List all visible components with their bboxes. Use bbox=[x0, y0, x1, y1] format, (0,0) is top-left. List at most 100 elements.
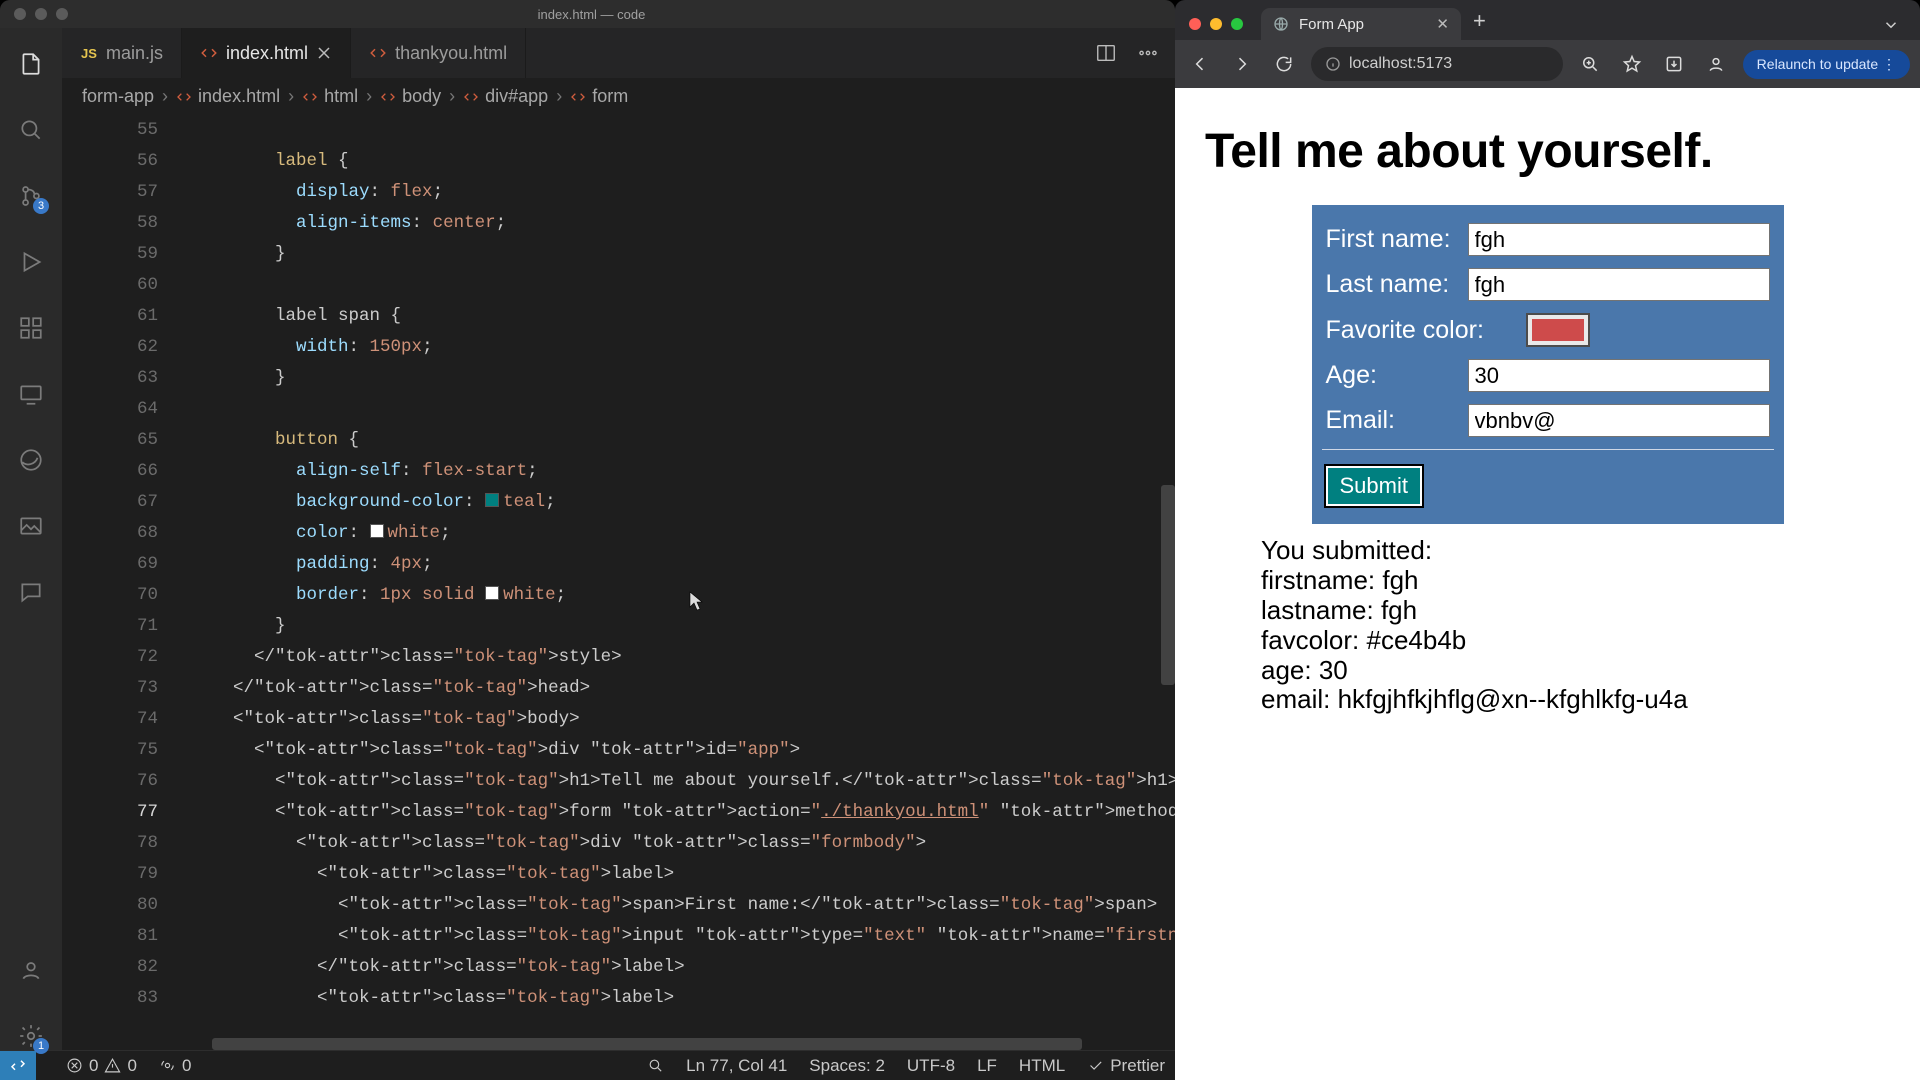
relaunch-button[interactable]: Relaunch to update ⋮ bbox=[1743, 50, 1910, 79]
divider bbox=[1322, 449, 1774, 450]
page-title: Tell me about yourself. bbox=[1205, 124, 1890, 179]
scm-badge: 3 bbox=[33, 198, 49, 214]
tab-main-js[interactable]: JS main.js bbox=[62, 28, 182, 78]
form: First name: Last name: Favorite color: A… bbox=[1312, 205, 1784, 524]
tab-index-html[interactable]: index.html bbox=[182, 28, 351, 78]
submit-button[interactable]: Submit bbox=[1326, 466, 1422, 506]
result-line: lastname: fgh bbox=[1261, 596, 1890, 626]
source-control-icon[interactable]: 3 bbox=[17, 182, 45, 210]
activity-bar: 3 bbox=[0, 28, 62, 1050]
favicon-icon bbox=[1273, 16, 1289, 32]
breadcrumb-item: body bbox=[380, 86, 441, 107]
explorer-icon[interactable] bbox=[17, 50, 45, 78]
vscode-titlebar: index.html — code bbox=[0, 0, 1175, 28]
traffic-lights bbox=[1189, 18, 1243, 30]
breadcrumb[interactable]: form-app › index.html › html › body bbox=[62, 78, 1175, 115]
run-debug-icon[interactable] bbox=[17, 248, 45, 276]
label-age: Age: bbox=[1326, 361, 1458, 390]
html-file-icon bbox=[380, 89, 396, 105]
tab-overflow-icon[interactable] bbox=[1870, 16, 1912, 40]
status-ports[interactable]: 0 bbox=[159, 1056, 191, 1076]
close-icon[interactable]: ✕ bbox=[1436, 15, 1449, 33]
window-title: index.html — code bbox=[68, 7, 1115, 22]
url-text: localhost:5173 bbox=[1349, 55, 1452, 73]
minimize-dot-icon[interactable] bbox=[1210, 18, 1222, 30]
label-lastname: Last name: bbox=[1326, 270, 1458, 299]
result-line: favcolor: #ce4b4b bbox=[1261, 626, 1890, 656]
result-line: firstname: fgh bbox=[1261, 566, 1890, 596]
breadcrumb-item: div#app bbox=[463, 86, 548, 107]
result-block: You submitted: firstname: fgh lastname: … bbox=[1261, 536, 1890, 715]
vscode-window: index.html — code 3 bbox=[0, 0, 1175, 1080]
profile-icon[interactable] bbox=[1701, 49, 1731, 79]
page-content: Tell me about yourself. First name: Last… bbox=[1175, 88, 1920, 1080]
zoom-icon[interactable] bbox=[1575, 49, 1605, 79]
result-line: email: hkfgjhfkjhflg@xn--kfghlkfg-u4a bbox=[1261, 685, 1890, 715]
breadcrumb-item: index.html bbox=[176, 86, 280, 107]
status-search[interactable] bbox=[647, 1057, 664, 1074]
edge-tools-icon[interactable] bbox=[17, 446, 45, 474]
bookmark-icon[interactable] bbox=[1617, 49, 1647, 79]
browser-tab[interactable]: Form App ✕ bbox=[1261, 8, 1461, 40]
status-language[interactable]: HTML bbox=[1019, 1056, 1065, 1076]
chrome-toolbar: localhost:5173 Relaunch to update ⋮ bbox=[1175, 40, 1920, 88]
breadcrumb-item: form-app bbox=[82, 86, 154, 107]
email-input[interactable] bbox=[1468, 404, 1770, 437]
tab-thankyou-html[interactable]: thankyou.html bbox=[351, 28, 526, 78]
chrome-window: Form App ✕ + localhost:5173 bbox=[1175, 0, 1920, 1080]
result-heading: You submitted: bbox=[1261, 536, 1890, 566]
status-encoding[interactable]: UTF-8 bbox=[907, 1056, 955, 1076]
search-icon[interactable] bbox=[17, 116, 45, 144]
horizontal-scrollbar[interactable] bbox=[212, 1038, 1135, 1050]
settings-badge: 1 bbox=[33, 1038, 49, 1054]
back-icon[interactable] bbox=[1185, 49, 1215, 79]
close-icon[interactable] bbox=[316, 45, 332, 61]
image-preview-icon[interactable] bbox=[17, 512, 45, 540]
editor-tabs: JS main.js index.html bbox=[62, 28, 1175, 78]
label-email: Email: bbox=[1326, 406, 1458, 435]
lastname-input[interactable] bbox=[1468, 268, 1770, 301]
result-line: age: 30 bbox=[1261, 656, 1890, 686]
status-eol[interactable]: LF bbox=[977, 1056, 997, 1076]
html-file-icon bbox=[463, 89, 479, 105]
split-editor-icon[interactable] bbox=[1095, 42, 1117, 64]
status-problems[interactable]: 0 0 bbox=[66, 1056, 137, 1076]
reload-icon[interactable] bbox=[1269, 49, 1299, 79]
more-actions-icon[interactable] bbox=[1137, 42, 1159, 64]
tab-label: index.html bbox=[226, 43, 308, 64]
html-file-icon bbox=[369, 44, 387, 62]
vertical-scrollbar[interactable] bbox=[1161, 485, 1175, 685]
chat-icon[interactable] bbox=[17, 578, 45, 606]
minimize-dot-icon bbox=[35, 8, 47, 20]
settings-gear-icon[interactable]: 1 bbox=[17, 1022, 45, 1050]
new-tab-button[interactable]: + bbox=[1461, 8, 1498, 40]
extensions-icon[interactable] bbox=[17, 314, 45, 342]
tab-title: Form App bbox=[1299, 16, 1364, 33]
label-favcolor: Favorite color: bbox=[1326, 316, 1516, 345]
statusbar: 0 0 0 Ln 77, Col 41 Spaces: 2 UTF-8 LF H… bbox=[0, 1050, 1175, 1080]
label-firstname: First name: bbox=[1326, 225, 1458, 254]
mouse-cursor-icon bbox=[689, 591, 703, 611]
status-position[interactable]: Ln 77, Col 41 bbox=[686, 1056, 787, 1076]
close-dot-icon bbox=[14, 8, 26, 20]
html-file-icon bbox=[176, 89, 192, 105]
accounts-icon[interactable] bbox=[17, 956, 45, 984]
favcolor-input[interactable] bbox=[1526, 313, 1590, 347]
install-app-icon[interactable] bbox=[1659, 49, 1689, 79]
status-formatter[interactable]: Prettier bbox=[1087, 1056, 1165, 1076]
address-bar[interactable]: localhost:5173 bbox=[1311, 47, 1563, 81]
site-info-icon[interactable] bbox=[1325, 56, 1341, 72]
remote-explorer-icon[interactable] bbox=[17, 380, 45, 408]
breadcrumb-item: html bbox=[302, 86, 358, 107]
close-dot-icon[interactable] bbox=[1189, 18, 1201, 30]
remote-indicator-icon[interactable] bbox=[0, 1051, 36, 1080]
status-spaces[interactable]: Spaces: 2 bbox=[809, 1056, 885, 1076]
code-editor[interactable]: 5556575859606162636465666768697071727374… bbox=[62, 115, 1175, 1050]
firstname-input[interactable] bbox=[1468, 223, 1770, 256]
html-file-icon bbox=[200, 44, 218, 62]
tab-label: thankyou.html bbox=[395, 43, 507, 64]
html-file-icon bbox=[302, 89, 318, 105]
forward-icon[interactable] bbox=[1227, 49, 1257, 79]
zoom-dot-icon[interactable] bbox=[1231, 18, 1243, 30]
age-input[interactable] bbox=[1468, 359, 1770, 392]
